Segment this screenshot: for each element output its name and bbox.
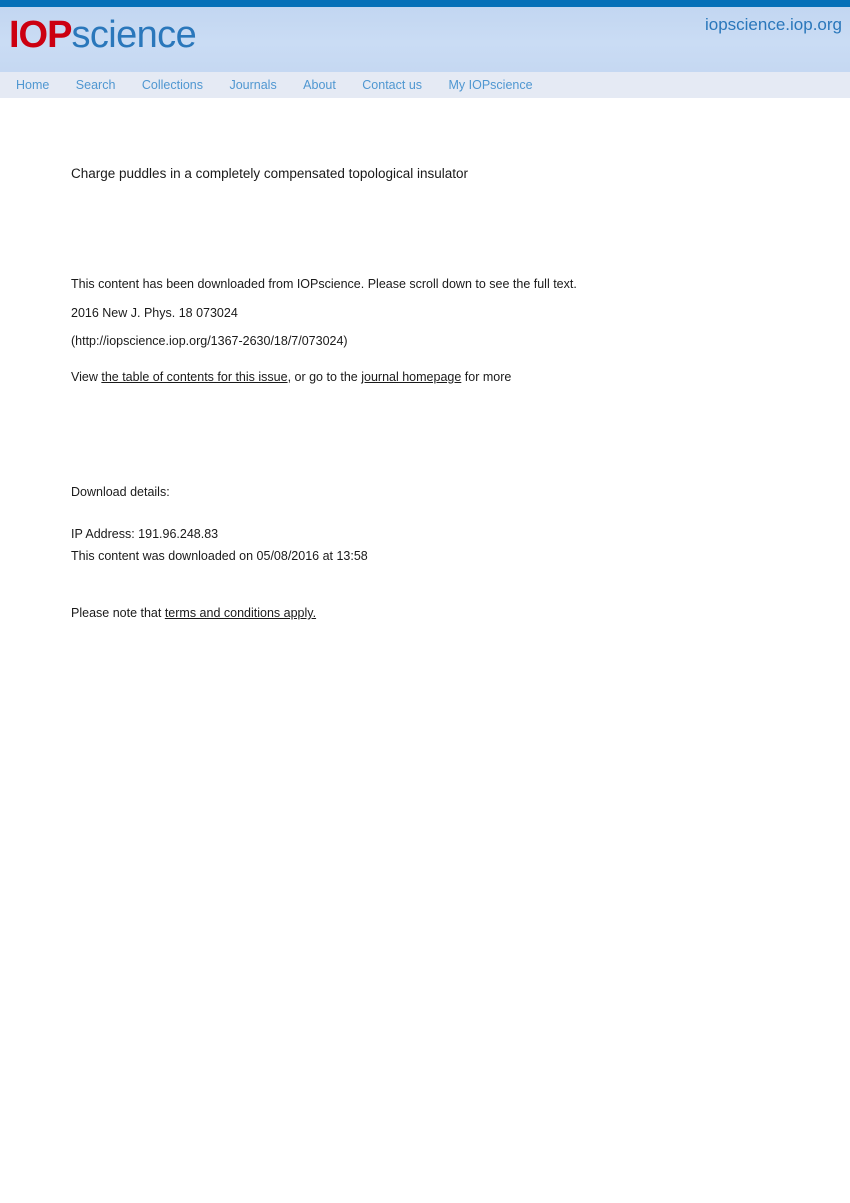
view-suffix-text: for more xyxy=(461,370,512,384)
nav-item-journals[interactable]: Journals xyxy=(229,77,276,94)
top-accent-bar xyxy=(0,0,850,7)
download-timestamp-line: This content was downloaded on 05/08/201… xyxy=(71,549,368,563)
logo-science-text: science xyxy=(71,14,197,56)
table-of-contents-link[interactable]: the table of contents for this issue xyxy=(101,370,287,384)
view-contents-line: View the table of contents for this issu… xyxy=(71,369,511,386)
citation-line: 2016 New J. Phys. 18 073024 xyxy=(71,306,238,320)
view-middle-text: , or go to the xyxy=(287,370,362,384)
terms-and-conditions-link[interactable]: terms and conditions apply. xyxy=(165,606,316,620)
nav-item-my-iopscience[interactable]: My IOPscience xyxy=(449,77,533,94)
ip-address-line: IP Address: 191.96.248.83 xyxy=(71,527,219,541)
logo-band: IOPscience iopscience.iop.org xyxy=(0,7,850,72)
main-navigation: Home Search Collections Journals About C… xyxy=(0,72,850,98)
nav-item-search[interactable]: Search xyxy=(76,77,116,94)
terms-prefix-text: Please note that xyxy=(71,606,165,620)
scroll-notice: This content has been downloaded from IO… xyxy=(71,277,577,291)
nav-list: Home Search Collections Journals About C… xyxy=(16,76,533,94)
journal-homepage-link[interactable]: journal homepage xyxy=(361,370,461,384)
article-title: Charge puddles in a completely compensat… xyxy=(71,166,468,181)
nav-item-collections[interactable]: Collections xyxy=(142,77,203,94)
download-details-heading: Download details: xyxy=(71,485,170,499)
nav-item-about[interactable]: About xyxy=(303,77,336,94)
terms-notice-line: Please note that terms and conditions ap… xyxy=(71,605,316,622)
iopscience-logo[interactable]: IOPscience xyxy=(9,13,197,57)
nav-item-contact-us[interactable]: Contact us xyxy=(362,77,422,94)
nav-item-home[interactable]: Home xyxy=(16,77,49,94)
site-url-label[interactable]: iopscience.iop.org xyxy=(705,14,842,36)
view-prefix-text: View xyxy=(71,370,102,384)
logo-iop-text: IOP xyxy=(9,14,72,56)
article-url-line: (http://iopscience.iop.org/1367-2630/18/… xyxy=(71,334,348,348)
